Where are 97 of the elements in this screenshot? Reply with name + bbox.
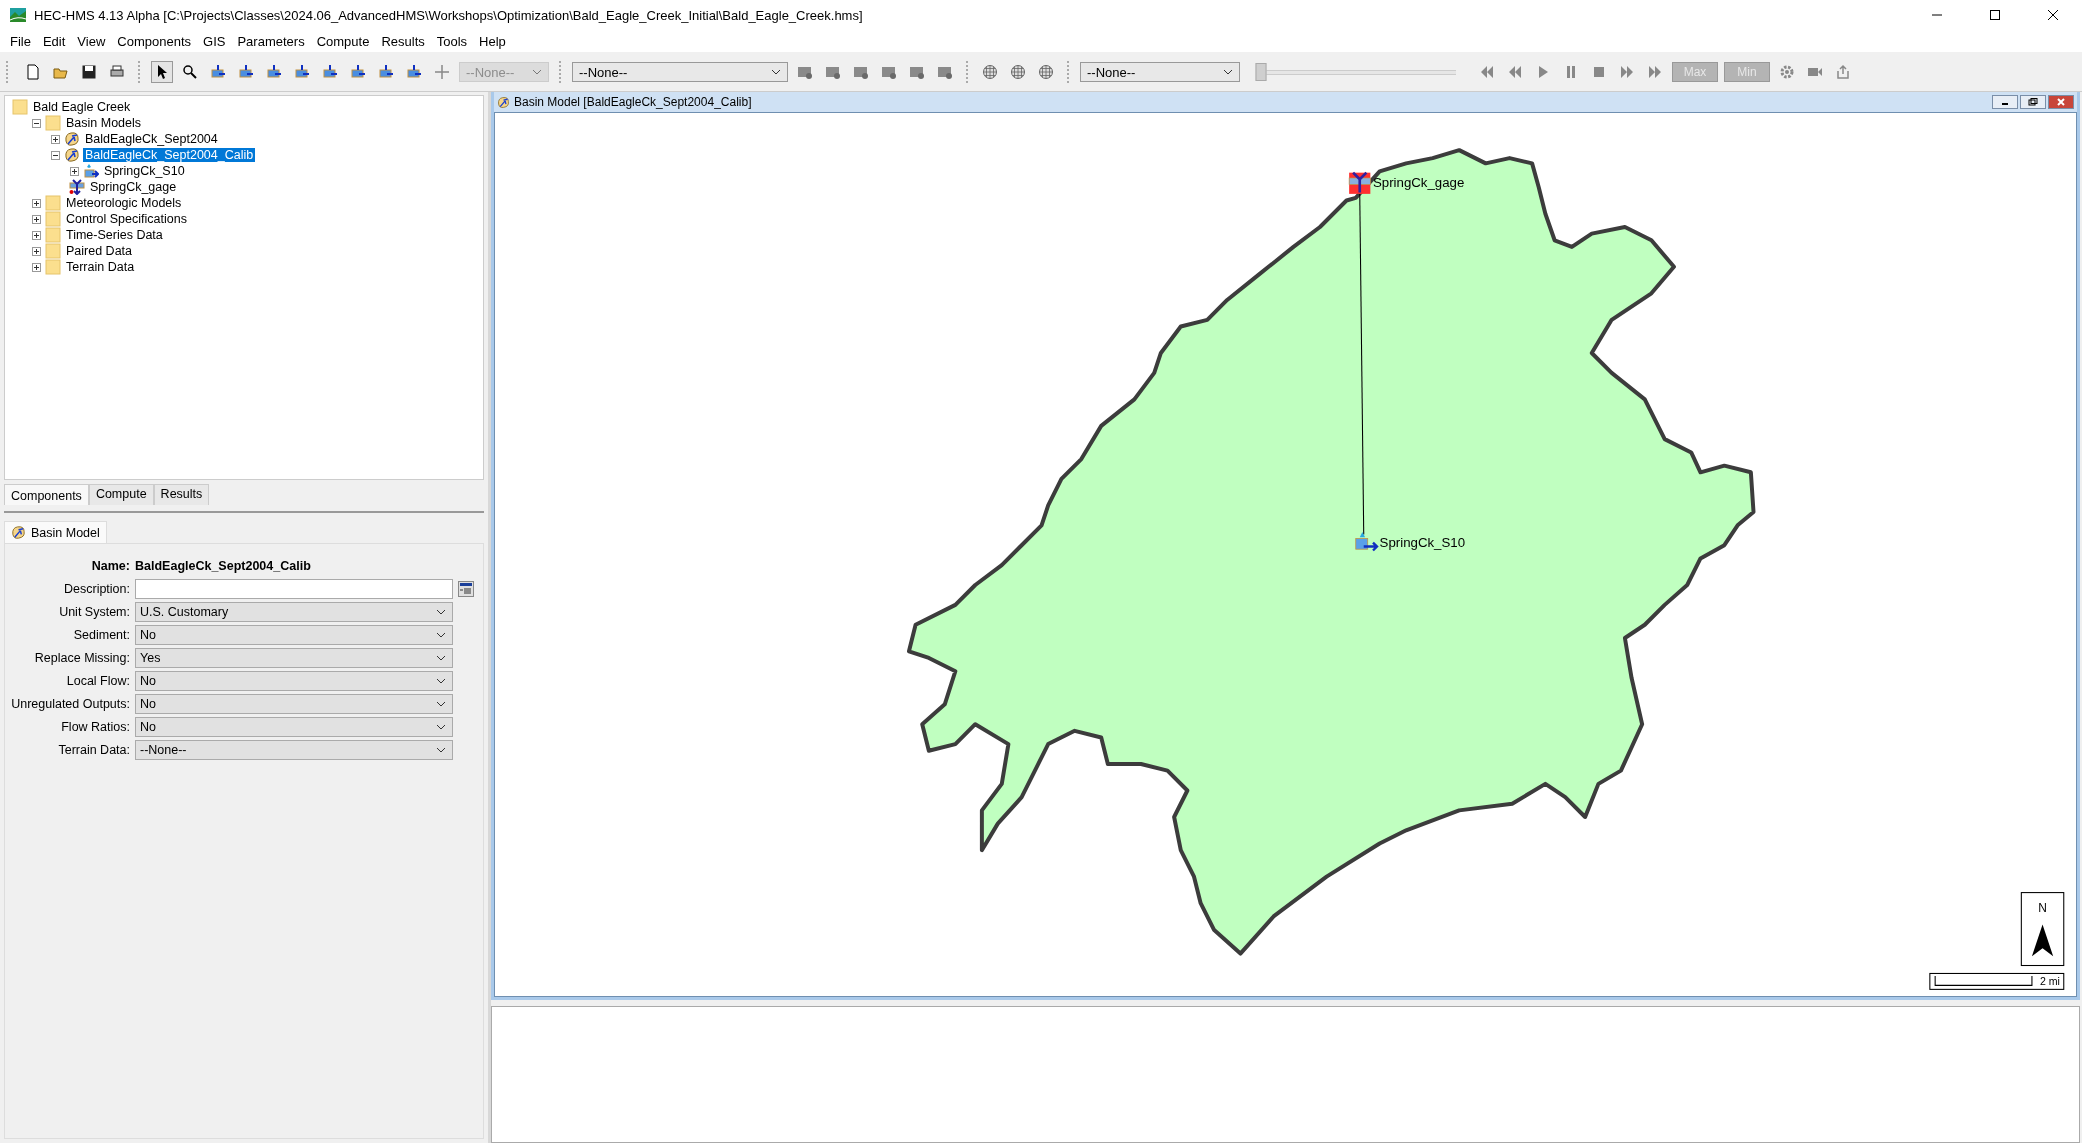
time-dropdown[interactable]: --None-- xyxy=(1080,62,1240,82)
dropdown[interactable]: No xyxy=(135,694,453,714)
run-dropdown[interactable]: --None-- xyxy=(572,62,788,82)
expand-toggle-icon[interactable] xyxy=(31,213,42,225)
pointer-icon[interactable] xyxy=(151,61,173,83)
tree-item[interactable]: SpringCk_gage xyxy=(88,180,179,194)
menu-item[interactable]: Components xyxy=(111,33,198,49)
sink-icon xyxy=(69,179,85,195)
name-value: BaldEagleCk_Sept2004_Calib xyxy=(135,559,311,573)
element-label: SpringCk_S10 xyxy=(1379,534,1466,550)
editor-tab-label: Basin Model xyxy=(31,525,100,540)
menu-item[interactable]: File xyxy=(4,33,37,49)
editor-tab[interactable]: Basin Model xyxy=(4,521,107,543)
tree-item[interactable]: SpringCk_S10 xyxy=(102,164,187,178)
field-label: Name: xyxy=(90,559,130,573)
field-label: Unit System: xyxy=(58,605,130,619)
field-label: Description: xyxy=(63,582,130,596)
dropdown[interactable]: U.S. Customary xyxy=(135,602,453,622)
input-field[interactable] xyxy=(135,579,453,599)
expand-toggle-icon[interactable] xyxy=(31,197,42,209)
app-logo-icon xyxy=(10,8,26,22)
field-label: Unregulated Outputs: xyxy=(10,697,130,711)
restore-icon xyxy=(2028,98,2038,106)
menu-item[interactable]: GIS xyxy=(197,33,232,49)
panel-tab[interactable]: Compute xyxy=(88,484,154,505)
menu-item[interactable]: Results xyxy=(375,33,431,49)
expand-toggle-icon[interactable] xyxy=(31,245,42,257)
tree-item[interactable]: Paired Data xyxy=(64,244,134,258)
field-label: Flow Ratios: xyxy=(60,720,130,734)
menu-item[interactable]: View xyxy=(71,33,112,49)
panel-tab[interactable]: Results xyxy=(153,484,210,505)
collapse-toggle-icon[interactable] xyxy=(50,149,61,161)
folder-icon xyxy=(12,99,28,115)
maximize-icon xyxy=(1989,9,2001,21)
close-icon xyxy=(2047,9,2059,21)
minimize-button[interactable] xyxy=(1992,95,2018,109)
close-icon xyxy=(2056,98,2066,106)
north-label: N xyxy=(2038,901,2047,916)
window-title: HEC-HMS 4.13 Alpha [C:\Projects\Classes\2024.06_AdvancedHMS\Workshops\Optimization\Bald_Eagle_Creek_Initial\Bald_Eagle_Creek.hms] xyxy=(34,7,863,23)
field-label: Sediment: xyxy=(72,628,130,642)
tree-item[interactable]: Basin Models xyxy=(64,116,144,130)
window-title: Basin Model [BaldEagleCk_Sept2004_Calib] xyxy=(514,95,752,109)
expand-toggle-icon[interactable] xyxy=(50,133,61,145)
folder-icon xyxy=(45,195,61,211)
basin-model-icon xyxy=(11,525,26,540)
menu-item[interactable]: Parameters xyxy=(231,33,311,49)
tree-item[interactable]: BaldEagleCk_Sept2004 xyxy=(83,132,220,146)
field-label: Terrain Data: xyxy=(57,743,130,757)
folder-icon xyxy=(45,115,61,131)
field-label: Replace Missing: xyxy=(33,651,130,665)
collapse-toggle-icon[interactable] xyxy=(31,117,42,129)
dropdown[interactable]: --None-- xyxy=(135,740,453,760)
expand-toggle-icon[interactable] xyxy=(31,229,42,241)
chevron-down-icon xyxy=(1223,69,1233,75)
editor-icon[interactable] xyxy=(458,581,474,597)
tree-item[interactable]: Control Specifications xyxy=(64,212,189,226)
menu-item[interactable]: Edit xyxy=(36,33,72,49)
close-button[interactable] xyxy=(2048,95,2074,109)
tree-item[interactable]: Terrain Data xyxy=(64,260,137,274)
expand-toggle-icon[interactable] xyxy=(31,261,42,273)
dropdown[interactable]: Yes xyxy=(135,648,453,668)
folder-icon xyxy=(45,227,61,243)
panel-tab[interactable]: Components xyxy=(4,484,89,505)
chevron-down-icon xyxy=(436,609,446,615)
menu-item[interactable]: Compute xyxy=(310,33,376,49)
expand-toggle-icon[interactable] xyxy=(69,165,80,177)
chevron-down-icon xyxy=(436,632,446,638)
chevron-down-icon xyxy=(436,655,446,661)
chevron-down-icon xyxy=(436,678,446,684)
chevron-down-icon xyxy=(532,69,542,75)
menu-item[interactable]: Tools xyxy=(430,33,474,49)
field-label: Local Flow: xyxy=(65,674,130,688)
menu-item[interactable]: Help xyxy=(473,33,512,49)
folder-icon xyxy=(45,259,61,275)
chevron-down-icon xyxy=(436,747,446,753)
basin-model-icon xyxy=(64,147,80,163)
folder-icon xyxy=(45,243,61,259)
chevron-down-icon xyxy=(436,724,446,730)
tree-item[interactable]: Bald Eagle Creek xyxy=(31,100,133,114)
restore-button[interactable] xyxy=(2020,95,2046,109)
dropdown[interactable]: No xyxy=(135,717,453,737)
chevron-down-icon xyxy=(436,701,446,707)
chevron-down-icon xyxy=(771,69,781,75)
dropdown[interactable]: No xyxy=(135,625,453,645)
tree-item[interactable]: BaldEagleCk_Sept2004_Calib xyxy=(83,148,256,162)
tree-item[interactable]: Meteorologic Models xyxy=(64,196,184,210)
dropdown[interactable]: No xyxy=(135,671,453,691)
basin-model-icon xyxy=(64,131,80,147)
subbasin-icon[interactable] xyxy=(1355,531,1379,552)
scale-label: 2 mi xyxy=(2039,975,2060,988)
basin-model-icon xyxy=(497,95,510,109)
tree-item[interactable]: Time-Series Data xyxy=(64,228,165,242)
element-label: SpringCk_gage xyxy=(1373,175,1465,191)
slider-thumb[interactable] xyxy=(1255,63,1267,81)
sink-icon[interactable] xyxy=(1348,171,1371,194)
subbasin-icon xyxy=(83,163,99,179)
folder-icon xyxy=(45,211,61,227)
